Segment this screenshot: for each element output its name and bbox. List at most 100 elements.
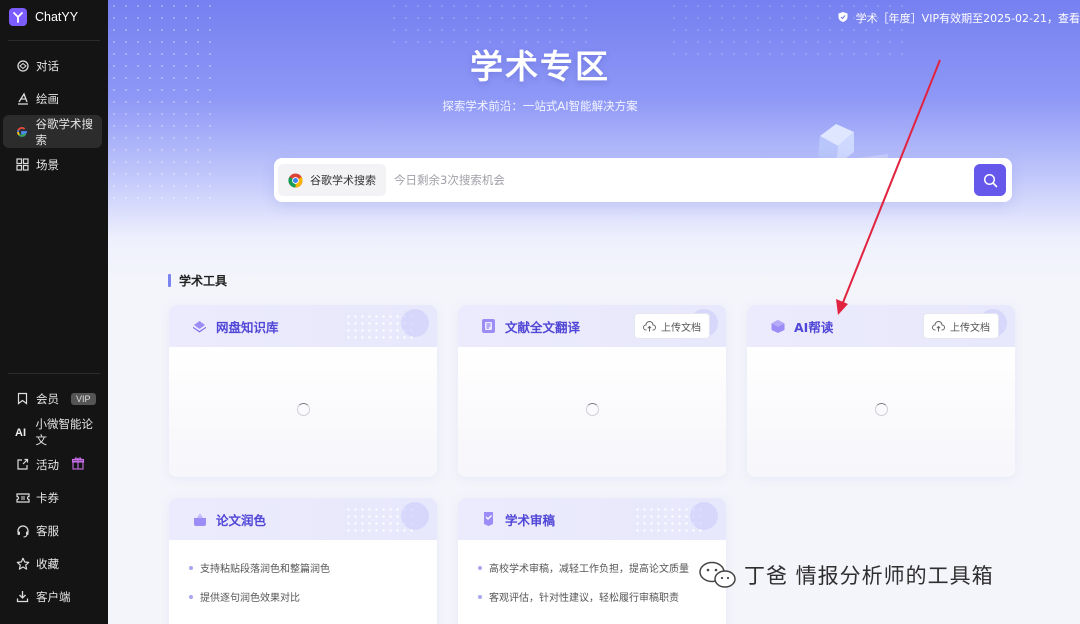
sidebar-item-label: 收藏 (36, 556, 59, 571)
ticket-icon (15, 490, 30, 505)
sidebar: ChatYY 对话 绘画 谷歌学术搜索 场景 会员 VIP AI 小微智能论文 … (0, 0, 108, 624)
vip-badge: VIP (71, 392, 96, 405)
shield-icon (837, 11, 849, 26)
sidebar-item-smart-paper[interactable]: AI 小微智能论文 (3, 415, 102, 448)
google-icon (15, 124, 29, 139)
sidebar-item-label: 谷歌学术搜索 (35, 116, 93, 147)
list-item: 支持粘贴段落润色和整篇润色 (189, 560, 437, 575)
card-header: 论文润色 (169, 498, 437, 540)
document-translate-icon (480, 318, 497, 335)
sidebar-item-support[interactable]: 客服 (3, 514, 102, 547)
feature-list: 高校学术审稿，减轻工作负担，提高论文质量 客观评估，针对性建议，轻松履行审稿职责 (458, 540, 726, 604)
svg-text:AI: AI (15, 427, 26, 438)
card-header: 学术审稿 (458, 498, 726, 540)
search-button[interactable] (974, 164, 1006, 196)
loading-spinner-icon (875, 403, 888, 416)
sidebar-item-scenes[interactable]: 场景 (3, 148, 102, 181)
ai-reader-icon (769, 318, 786, 335)
decor-circle (401, 309, 429, 337)
card-header: 文献全文翻译 上传文档 (458, 305, 726, 347)
tool-card-cloud-kb[interactable]: 网盘知识库 (169, 305, 437, 477)
star-icon (15, 556, 30, 571)
search-engine-selector[interactable]: 谷歌学术搜索 (278, 164, 386, 196)
tool-card-polish[interactable]: 论文润色 支持粘贴段落润色和整篇润色 提供逐句润色效果对比 (169, 498, 437, 624)
sidebar-item-label: 绘画 (36, 91, 59, 106)
card-body (169, 347, 437, 477)
section-marker (168, 274, 171, 287)
decor-circle (401, 502, 429, 530)
card-title: 论文润色 (216, 512, 267, 528)
upload-document-button[interactable]: 上传文档 (634, 313, 710, 339)
brand[interactable]: ChatYY (0, 0, 108, 34)
sidebar-divider (8, 373, 100, 374)
bookmark-icon (15, 391, 30, 406)
sidebar-item-label: 会员 (36, 391, 59, 406)
card-title: 文献全文翻译 (505, 319, 581, 335)
sidebar-divider (8, 40, 100, 41)
sidebar-item-chat[interactable]: 对话 (3, 49, 102, 82)
chatyy-logo-icon (9, 8, 27, 26)
sidebar-item-label: 场景 (36, 157, 59, 172)
page-subtitle: 探索学术前沿：一站式AI智能解决方案 (442, 99, 638, 113)
loading-spinner-icon (297, 403, 310, 416)
card-title: 网盘知识库 (216, 319, 279, 335)
card-body (747, 347, 1015, 477)
cloud-upload-icon (932, 320, 945, 331)
sidebar-item-label: 对话 (36, 58, 59, 73)
card-title: AI帮读 (794, 319, 834, 335)
sidebar-item-label: 卡券 (36, 490, 59, 505)
polish-icon (191, 511, 208, 528)
loading-spinner-icon (586, 403, 599, 416)
app-name: ChatYY (35, 10, 79, 24)
wechat-icon (699, 561, 736, 588)
page-title: 学术专区 (470, 47, 610, 86)
sidebar-item-membership[interactable]: 会员 VIP (3, 382, 102, 415)
search-input[interactable] (394, 173, 954, 187)
gift-icon (71, 456, 85, 473)
paint-icon (15, 91, 30, 106)
main-content: 学术［年度］VIP有效期至2025-02-21，查看 学术专区 探索学术前沿：一… (108, 0, 1080, 624)
sidebar-item-client[interactable]: 客户端 (3, 580, 102, 613)
card-title: 学术审稿 (505, 512, 556, 528)
sidebar-item-label: 活动 (36, 457, 59, 472)
sidebar-item-label: 客服 (36, 523, 59, 538)
sidebar-item-label: 客户端 (36, 589, 71, 604)
chrome-icon (288, 172, 303, 188)
external-icon (15, 457, 30, 472)
cloud-drive-icon (191, 318, 208, 335)
sidebar-item-label: 小微智能论文 (35, 416, 93, 447)
upload-label: 上传文档 (661, 322, 701, 334)
upload-document-button[interactable]: 上传文档 (923, 313, 999, 339)
decor-circle (690, 502, 718, 530)
sidebar-item-google-scholar[interactable]: 谷歌学术搜索 (3, 115, 102, 148)
sidebar-bottom: 会员 VIP AI 小微智能论文 活动 卡券 客服 收藏 客户端 (0, 373, 108, 613)
card-header: 网盘知识库 (169, 305, 437, 347)
section-title-text: 学术工具 (179, 274, 228, 288)
tool-card-ai-reader[interactable]: AI帮读 上传文档 (747, 305, 1015, 477)
search-bar: 谷歌学术搜索 (274, 158, 1012, 202)
grid-icon (15, 157, 30, 172)
tool-card-translate[interactable]: 文献全文翻译 上传文档 (458, 305, 726, 477)
search-engine-label: 谷歌学术搜索 (310, 174, 376, 187)
review-icon (480, 511, 497, 528)
vip-expiry-notice[interactable]: 学术［年度］VIP有效期至2025-02-21，查看 (837, 10, 1080, 26)
tool-card-review[interactable]: 学术审稿 高校学术审稿，减轻工作负担，提高论文质量 客观评估，针对性建议，轻松履… (458, 498, 726, 624)
card-body (458, 347, 726, 477)
sidebar-item-paint[interactable]: 绘画 (3, 82, 102, 115)
ai-icon: AI (15, 424, 29, 439)
chatgpt-icon (15, 58, 30, 73)
download-icon (15, 589, 30, 604)
list-item: 高校学术审稿，减轻工作负担，提高论文质量 (478, 560, 726, 575)
list-item: 提供逐句润色效果对比 (189, 589, 437, 604)
watermark-text: 丁爸 情报分析师的工具箱 (744, 564, 994, 588)
vip-notice-text: 学术［年度］VIP有效期至2025-02-21，查看 (855, 12, 1080, 25)
sidebar-item-events[interactable]: 活动 (3, 448, 102, 481)
cloud-upload-icon (643, 320, 656, 331)
watermark: 丁爸 情报分析师的工具箱 (698, 560, 994, 590)
card-header: AI帮读 上传文档 (747, 305, 1015, 347)
sidebar-item-coupons[interactable]: 卡券 (3, 481, 102, 514)
sidebar-item-favorites[interactable]: 收藏 (3, 547, 102, 580)
feature-list: 支持粘贴段落润色和整篇润色 提供逐句润色效果对比 (169, 540, 437, 604)
list-item: 客观评估，针对性建议，轻松履行审稿职责 (478, 589, 726, 604)
section-title: 学术工具 (168, 272, 227, 289)
